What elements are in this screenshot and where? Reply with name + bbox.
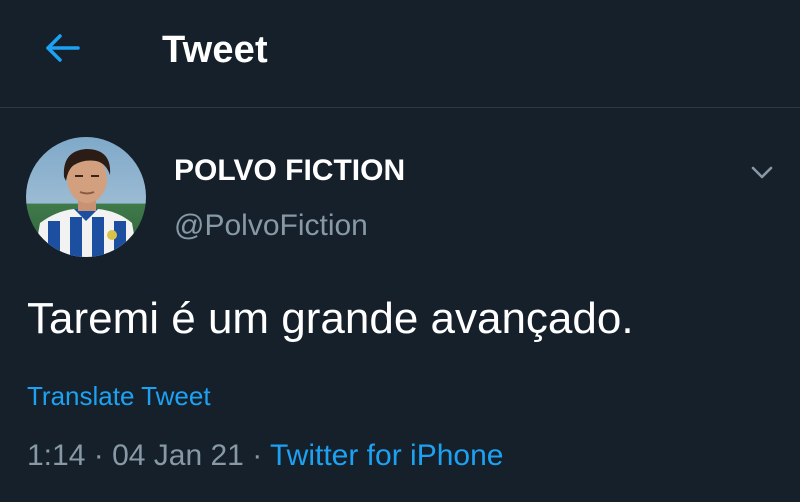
translate-tweet-link[interactable]: Translate Tweet <box>27 380 211 412</box>
author-display-name[interactable]: POLVO FICTION <box>174 153 405 189</box>
author-handle[interactable]: @PolvoFiction <box>174 208 368 244</box>
tweet-time: 1:14 <box>27 439 86 472</box>
page-title: Tweet <box>162 29 268 71</box>
tweet-metadata: 1:14 · 04 Jan 21 · Twitter for iPhone <box>27 437 503 475</box>
profile-photo <box>26 137 146 257</box>
chevron-down-icon <box>751 166 773 179</box>
separator-dot: · <box>252 439 263 472</box>
back-button[interactable] <box>40 26 84 70</box>
more-options-button[interactable] <box>744 154 780 190</box>
tweet-text: Taremi é um grande avançado. <box>27 294 634 343</box>
top-bar: Tweet <box>0 0 800 108</box>
separator-dot: · <box>93 439 104 472</box>
tweet-source-link[interactable]: Twitter for iPhone <box>270 439 503 472</box>
arrow-left-icon <box>46 34 80 62</box>
tweet-date: 04 Jan 21 <box>112 439 244 472</box>
avatar[interactable] <box>26 137 146 257</box>
